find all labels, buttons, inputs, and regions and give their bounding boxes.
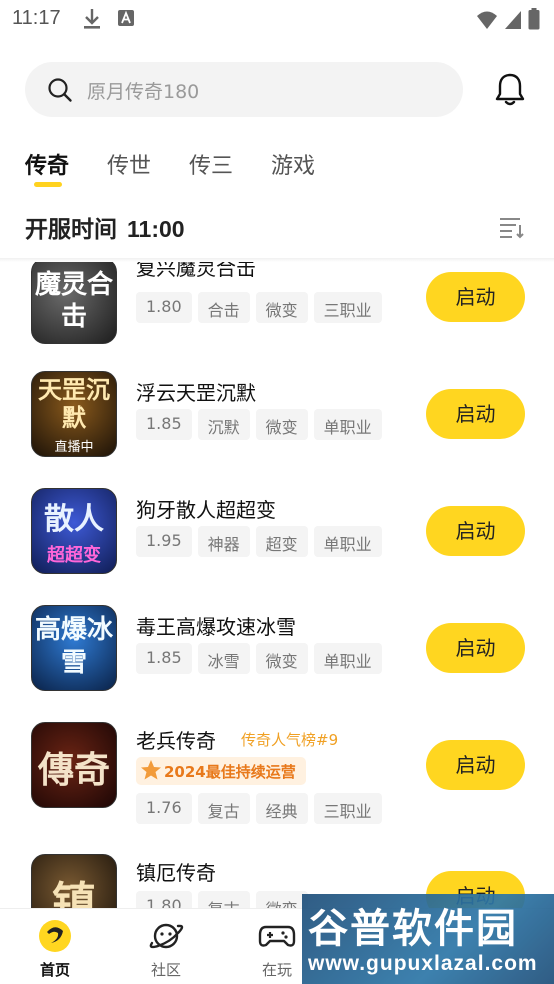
nav-community-label: 社区	[150, 961, 181, 979]
search-placeholder: 原月传奇180	[87, 81, 200, 103]
search-bar[interactable]: 原月传奇180	[25, 62, 463, 117]
status-time: 11:17	[12, 7, 61, 29]
server-time-value: 11:00	[127, 216, 185, 242]
award-badge: 2024最佳持续运营	[136, 757, 306, 785]
start-button[interactable]: 启动	[426, 272, 525, 322]
planet-icon	[149, 923, 184, 949]
list-item[interactable]: 魔灵合击 复兴魔灵合击 1.80 合击 微变 三职业 启动	[0, 262, 554, 362]
cover-title: 镇	[52, 878, 96, 908]
download-icon	[84, 9, 100, 29]
star-badge-icon	[141, 760, 161, 780]
cover-title: 天罡沉默	[38, 375, 110, 432]
tag: 1.76	[136, 793, 192, 824]
list-item[interactable]: 散人 超超变 狗牙散人超超变 1.95 神器 超变 单职业 启动	[0, 479, 554, 596]
tag: 超变	[255, 526, 308, 557]
gamepad-icon	[258, 925, 296, 947]
game-name: 镇厄传奇	[136, 861, 216, 885]
server-time-label: 开服时间	[25, 217, 117, 243]
tab-youxi[interactable]: 游戏	[271, 148, 315, 188]
tag: 三职业	[313, 292, 382, 323]
tag: 单职业	[313, 643, 382, 674]
cover-title: 傳奇	[37, 749, 110, 791]
signal-icon	[505, 11, 521, 29]
server-time-header: 开服时间 11:00	[25, 210, 185, 244]
tag-list: 1.85 冰雪 微变 单职业	[136, 643, 382, 674]
tag: 单职业	[313, 409, 382, 440]
tag: 微变	[255, 292, 308, 323]
cover-subtitle: 超超变	[47, 545, 101, 566]
home-icon	[39, 920, 71, 952]
live-label: 直播中	[54, 440, 94, 455]
tag-list: 1.85 沉默 微变 单职业	[136, 409, 382, 440]
battery-icon	[528, 8, 540, 30]
status-bar: 11:17	[0, 0, 554, 38]
tag: 单职业	[313, 526, 382, 557]
cover-title: 魔灵合击	[34, 270, 113, 332]
tag: 沉默	[197, 409, 250, 440]
game-name: 老兵传奇	[136, 729, 216, 753]
list-item[interactable]: 高爆冰雪 毒王高爆攻速冰雪 1.85 冰雪 微变 单职业 启动	[0, 596, 554, 713]
tag: 神器	[197, 526, 250, 557]
tag-list: 1.95 神器 超变 单职业	[136, 526, 382, 557]
start-button[interactable]: 启动	[426, 623, 525, 673]
tag: 合击	[197, 292, 250, 323]
start-button[interactable]: 启动	[426, 506, 525, 556]
tag: 微变	[255, 409, 308, 440]
cover-title: 高爆冰雪	[34, 615, 113, 678]
game-name: 浮云天罡沉默	[136, 381, 256, 405]
tab-chuansan[interactable]: 传三	[189, 148, 233, 188]
tag: 1.80	[136, 292, 192, 323]
game-cover: 镇	[31, 854, 117, 908]
watermark-title: 谷普软件园	[308, 906, 518, 952]
notification-bell-icon[interactable]	[492, 72, 528, 108]
tag: 微变	[255, 643, 308, 674]
tag: 1.85	[136, 409, 192, 440]
app-notification-icon	[118, 10, 134, 26]
game-name: 狗牙散人超超变	[136, 498, 276, 522]
watermark-url: www.gupuxlazal.com	[308, 952, 538, 975]
nav-home-label: 首页	[39, 961, 70, 979]
tab-chuanshi[interactable]: 传世	[107, 148, 151, 188]
game-cover: 天罡沉默 直播中	[31, 371, 117, 457]
game-cover: 傳奇	[31, 722, 117, 808]
game-list: 魔灵合击 复兴魔灵合击 1.80 合击 微变 三职业 启动 天罡沉默 直播中 浮…	[0, 262, 554, 908]
tag: 复古	[197, 891, 250, 908]
game-cover: 魔灵合击	[31, 262, 117, 344]
search-icon	[48, 78, 72, 102]
game-cover: 散人 超超变	[31, 488, 117, 574]
tag: 1.95	[136, 526, 192, 557]
tag: 微变	[255, 891, 308, 908]
tag: 复古	[197, 793, 250, 824]
start-button[interactable]: 启动	[426, 740, 525, 790]
tag-list: 1.80 复古 微变	[136, 891, 308, 908]
award-badge-label: 2024最佳持续运营	[164, 763, 296, 781]
tag-list: 1.80 合击 微变 三职业	[136, 292, 382, 323]
category-tabs: 传奇 传世 传三 游戏	[25, 148, 353, 188]
wifi-icon	[477, 11, 497, 29]
tag: 冰雪	[197, 643, 250, 674]
tab-chuanqi[interactable]: 传奇	[25, 148, 69, 188]
nav-community[interactable]: 社区	[131, 919, 201, 980]
popularity-rank: 传奇人气榜#9	[241, 731, 339, 749]
cover-title: 散人	[44, 502, 104, 537]
start-button[interactable]: 启动	[426, 389, 525, 439]
watermark: 谷普软件园 www.gupuxlazal.com	[302, 894, 554, 984]
sort-list-icon[interactable]	[498, 216, 526, 240]
tag: 1.80	[136, 891, 192, 908]
game-name: 毒王高爆攻速冰雪	[136, 615, 296, 639]
tag: 经典	[255, 793, 308, 824]
game-cover: 高爆冰雪	[31, 605, 117, 691]
tag: 三职业	[313, 793, 382, 824]
list-item[interactable]: 天罡沉默 直播中 浮云天罡沉默 1.85 沉默 微变 单职业 启动	[0, 362, 554, 479]
game-name: 复兴魔灵合击	[136, 262, 256, 280]
tag: 1.85	[136, 643, 192, 674]
tag-list: 1.76 复古 经典 三职业	[136, 793, 382, 824]
list-item[interactable]: 傳奇 老兵传奇 传奇人气榜#9 2024最佳持续运营 1.76 复古 经典 三职…	[0, 713, 554, 845]
nav-home[interactable]: 首页	[20, 919, 90, 980]
